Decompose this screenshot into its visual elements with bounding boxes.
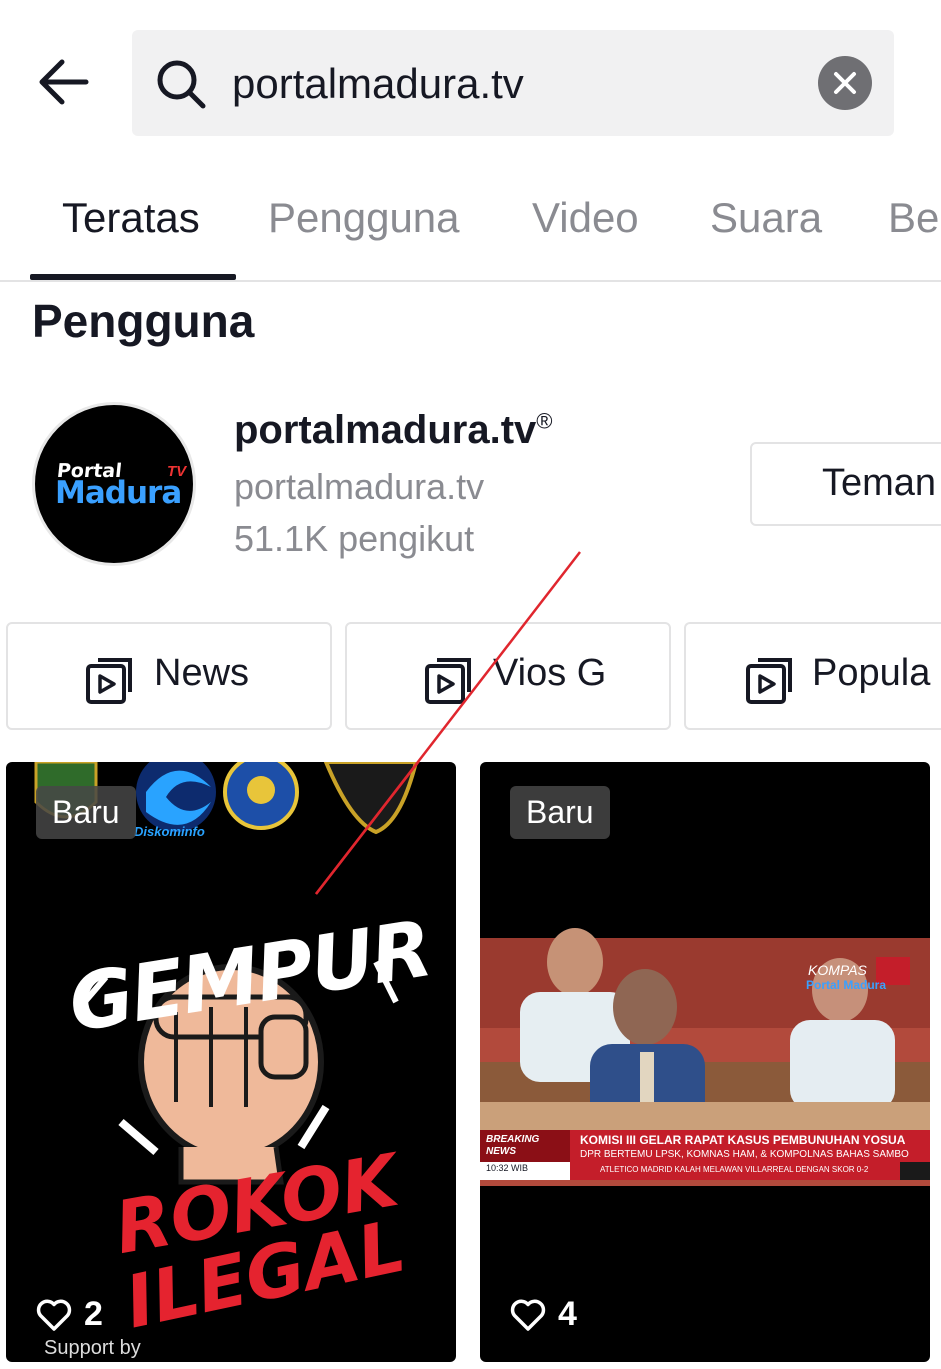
search-tabs: Teratas Pengguna Video Suara Be [0, 180, 941, 282]
tab-be[interactable]: Be [888, 194, 939, 242]
avatar-logo-text: Madura [55, 475, 182, 511]
ticker-label: BREAKING NEWS [486, 1134, 539, 1158]
avatar[interactable]: Portal Madura TV [32, 402, 196, 566]
video-card[interactable]: KOMPAS Portal Madura BREAKING NEWS 10:32… [480, 762, 930, 1362]
overlay-logo: KOMPAS [808, 962, 867, 978]
like-count-value: 4 [558, 1295, 577, 1333]
registered-mark: ® [536, 408, 553, 434]
friend-button[interactable]: Teman [750, 442, 941, 526]
follower-count: 51.1K pengikut [234, 518, 475, 559]
playlist-label: Popula [812, 652, 931, 694]
like-count-value: 2 [84, 1295, 103, 1333]
heart-icon [36, 1299, 72, 1331]
new-badge: Baru [510, 786, 610, 839]
ticker-small: ATLETICO MADRID KALAH MELAWAN VILLARREAL… [600, 1165, 869, 1174]
tab-video[interactable]: Video [532, 194, 639, 242]
playlist-vios-g[interactable]: Vios G [345, 622, 671, 730]
clear-search-button[interactable] [818, 56, 872, 110]
new-badge: Baru [36, 786, 136, 839]
back-arrow-icon [39, 59, 89, 105]
playlist-popular[interactable]: Popula [684, 622, 941, 730]
search-box[interactable]: portalmadura.tv [132, 30, 894, 136]
back-button[interactable] [32, 50, 96, 114]
like-count: 2 [36, 1295, 103, 1334]
tab-teratas[interactable]: Teratas [62, 194, 200, 242]
search-icon [157, 60, 206, 109]
diskominfo-logo-text: Diskominfo [134, 824, 205, 839]
playlist-icon [425, 658, 471, 704]
friend-button-label: Teman [822, 462, 937, 504]
user-handle: portalmadura.tv [234, 466, 485, 507]
ticker-subheadline: DPR BERTEMU LPSK, KOMNAS HAM, & KOMPOLNA… [580, 1149, 909, 1160]
playlist-icon [746, 658, 792, 704]
user-name[interactable]: portalmadura.tv® [234, 408, 553, 453]
search-input[interactable]: portalmadura.tv [232, 56, 524, 112]
tab-pengguna[interactable]: Pengguna [268, 194, 460, 242]
playlist-label: Vios G [493, 652, 607, 694]
close-icon [834, 72, 856, 94]
video-thumbnail-dpr [480, 928, 930, 1186]
video-card[interactable]: Diskominfo GEMPUR ROKOK ILEGAL Baru 2 Su… [6, 762, 456, 1362]
tab-suara[interactable]: Suara [710, 194, 822, 242]
ticker-headline: KOMISI III GELAR RAPAT KASUS PEMBUNUHAN … [580, 1133, 906, 1147]
ticker-label-line: NEWS [486, 1146, 516, 1157]
ticker-label-line: BREAKING [486, 1134, 540, 1145]
support-text: Support by [44, 1337, 141, 1359]
like-count: 4 [510, 1295, 577, 1334]
active-tab-indicator [30, 274, 236, 280]
ticker-time: 10:32 WIB [486, 1163, 529, 1173]
playlist-icon [86, 658, 132, 704]
heart-icon [510, 1299, 546, 1331]
user-name-text: portalmadura.tv [234, 408, 537, 452]
avatar-logo-text: TV [167, 463, 187, 480]
playlist-news[interactable]: News [6, 622, 332, 730]
overlay-channel: Portal Madura [806, 978, 887, 992]
playlist-label: News [154, 652, 250, 694]
section-title: Pengguna [32, 295, 255, 347]
